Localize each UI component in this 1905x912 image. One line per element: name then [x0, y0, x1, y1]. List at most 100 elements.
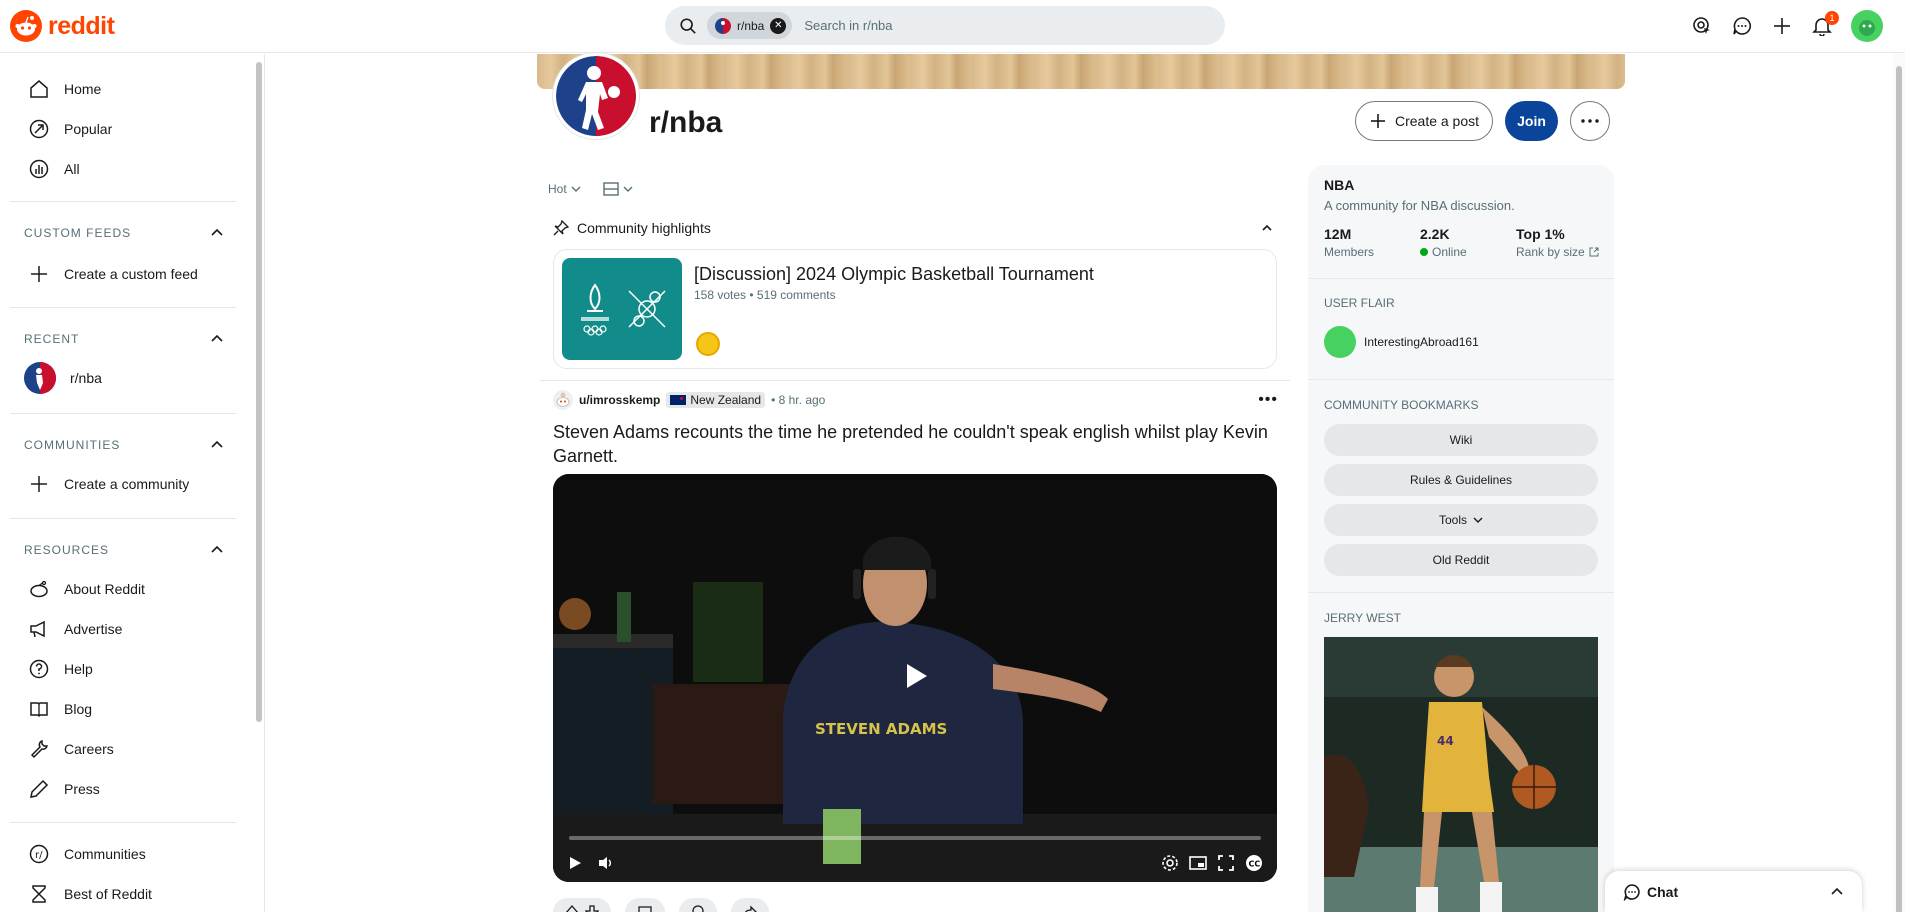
section-recent[interactable]: RECENT: [24, 332, 224, 346]
stat-label: Online: [1432, 245, 1467, 259]
user-avatar[interactable]: [1851, 10, 1883, 42]
post-divider: [540, 380, 1290, 381]
captions-icon[interactable]: CC: [1245, 854, 1263, 872]
card-view-icon: [602, 182, 619, 196]
chevron-up-icon: [211, 334, 223, 342]
sidebar-item-home[interactable]: Home: [28, 77, 101, 101]
panel-divider: [1308, 278, 1614, 279]
svg-text:CC: CC: [1249, 860, 1261, 869]
settings-gear-icon[interactable]: [1161, 854, 1179, 872]
advertise-icon[interactable]: [1691, 15, 1713, 37]
award-button[interactable]: [679, 898, 717, 912]
author-avatar-icon[interactable]: [553, 390, 573, 410]
section-title: RESOURCES: [24, 543, 110, 557]
clear-scope-icon[interactable]: ✕: [770, 17, 787, 34]
resource-press[interactable]: Press: [28, 777, 100, 801]
section-communities[interactable]: COMMUNITIES: [24, 438, 224, 452]
picture-in-picture-icon[interactable]: [1189, 854, 1207, 872]
community-highlights-header[interactable]: Community highlights: [553, 220, 1273, 236]
nba-logo-icon: [556, 56, 636, 136]
search-chip-label: r/nba: [737, 18, 765, 33]
play-icon[interactable]: [567, 855, 583, 871]
post-title[interactable]: Steven Adams recounts the time he preten…: [553, 420, 1283, 468]
community-more-button[interactable]: [1570, 101, 1610, 141]
highlight-title[interactable]: [Discussion] 2024 Olympic Basketball Tou…: [694, 264, 1094, 285]
award-outline-icon: [692, 905, 704, 912]
comments-button[interactable]: [625, 898, 665, 912]
sidebar-item-popular[interactable]: Popular: [28, 117, 112, 141]
chat-icon: [1623, 883, 1640, 901]
panel-divider: [1308, 379, 1614, 380]
nz-flag-icon: [670, 395, 687, 405]
create-post-button[interactable]: Create a post: [1355, 101, 1493, 141]
paris-olympics-logo-icon: [581, 283, 609, 336]
book-icon: [30, 702, 48, 718]
reddit-logo[interactable]: reddit: [10, 10, 115, 42]
search-scope-chip[interactable]: r/nba ✕: [707, 12, 793, 39]
resource-help[interactable]: Help: [28, 657, 93, 681]
create-community[interactable]: Create a community: [28, 472, 189, 496]
resource-about-reddit[interactable]: About Reddit: [28, 577, 145, 601]
sidebar-item-communities[interactable]: r/ Communities: [28, 842, 146, 866]
share-button[interactable]: [731, 898, 769, 912]
create-custom-feed[interactable]: Create a custom feed: [28, 262, 198, 286]
section-custom-feeds[interactable]: CUSTOM FEEDS: [24, 226, 224, 240]
resource-label: Blog: [64, 701, 93, 717]
resource-blog[interactable]: Blog: [28, 697, 92, 721]
widget-title: JERRY WEST: [1324, 611, 1401, 625]
vote-button[interactable]: [553, 898, 611, 912]
svg-text:44: 44: [1437, 734, 1454, 748]
stat-rank[interactable]: Top 1% Rank by size: [1516, 226, 1599, 259]
sidebar-scrollbar[interactable]: [256, 62, 264, 722]
bookmark-label: Wiki: [1449, 433, 1473, 447]
highlights-title: Community highlights: [577, 220, 711, 236]
megaphone-icon: [30, 620, 45, 638]
resource-careers[interactable]: Careers: [28, 737, 114, 761]
sidebar-label-communities: Communities: [64, 846, 146, 862]
highlight-card[interactable]: [Discussion] 2024 Olympic Basketball Tou…: [553, 249, 1277, 369]
view-toggle[interactable]: [602, 182, 633, 196]
bookmark-old-reddit[interactable]: Old Reddit: [1324, 544, 1598, 576]
bookmark-rules[interactable]: Rules & Guidelines: [1324, 464, 1598, 496]
chat-dock[interactable]: Chat: [1605, 871, 1862, 912]
bookmark-wiki[interactable]: Wiki: [1324, 424, 1598, 456]
resource-label: Advertise: [64, 621, 123, 637]
nba-community-icon: [24, 362, 56, 394]
snoo-icon: [10, 10, 42, 42]
page-scrollbar[interactable]: [1893, 54, 1905, 912]
chevron-up-icon[interactable]: [1830, 885, 1844, 899]
video-progress-bar[interactable]: [569, 836, 1261, 840]
section-resources[interactable]: RESOURCES: [24, 543, 224, 557]
recent-item-nba[interactable]: r/nba: [24, 362, 102, 394]
community-title: r/nba: [649, 106, 723, 139]
resource-advertise[interactable]: Advertise: [28, 617, 122, 641]
help-icon: [29, 659, 49, 679]
search-input[interactable]: Search in r/nba: [804, 18, 892, 33]
svg-text:r/: r/: [35, 850, 43, 861]
notification-bell-icon[interactable]: 1: [1811, 11, 1839, 37]
search-bar[interactable]: r/nba ✕ Search in r/nba: [665, 6, 1225, 45]
sort-dropdown[interactable]: Hot: [548, 182, 581, 196]
post-author[interactable]: u/imrosskemp: [579, 393, 660, 407]
plus-icon: [31, 476, 47, 492]
all-icon: [29, 159, 49, 179]
chevron-up-icon: [211, 440, 223, 448]
play-overlay-icon[interactable]: [905, 662, 929, 690]
chevron-down-icon: [571, 186, 581, 192]
join-button[interactable]: Join: [1505, 101, 1558, 141]
fullscreen-icon[interactable]: [1217, 854, 1235, 872]
chat-icon[interactable]: [1731, 15, 1753, 37]
bookmark-tools[interactable]: Tools: [1324, 504, 1598, 536]
sidebar-item-best-of-reddit[interactable]: Best of Reddit: [28, 882, 152, 906]
jerry-west-photo: 44: [1324, 637, 1598, 912]
share-icon: [744, 905, 757, 912]
sidebar-item-all[interactable]: All: [28, 157, 80, 181]
wrench-icon: [30, 739, 48, 759]
volume-icon[interactable]: [597, 855, 615, 871]
user-flair[interactable]: InterestingAbroad161: [1324, 326, 1479, 358]
post-more-icon[interactable]: •••: [1258, 391, 1278, 409]
video-player[interactable]: STEVEN ADAMS CC: [553, 474, 1277, 882]
stat-label: Members: [1324, 245, 1375, 259]
post-actions: [553, 898, 769, 912]
create-plus-icon[interactable]: [1771, 15, 1793, 37]
